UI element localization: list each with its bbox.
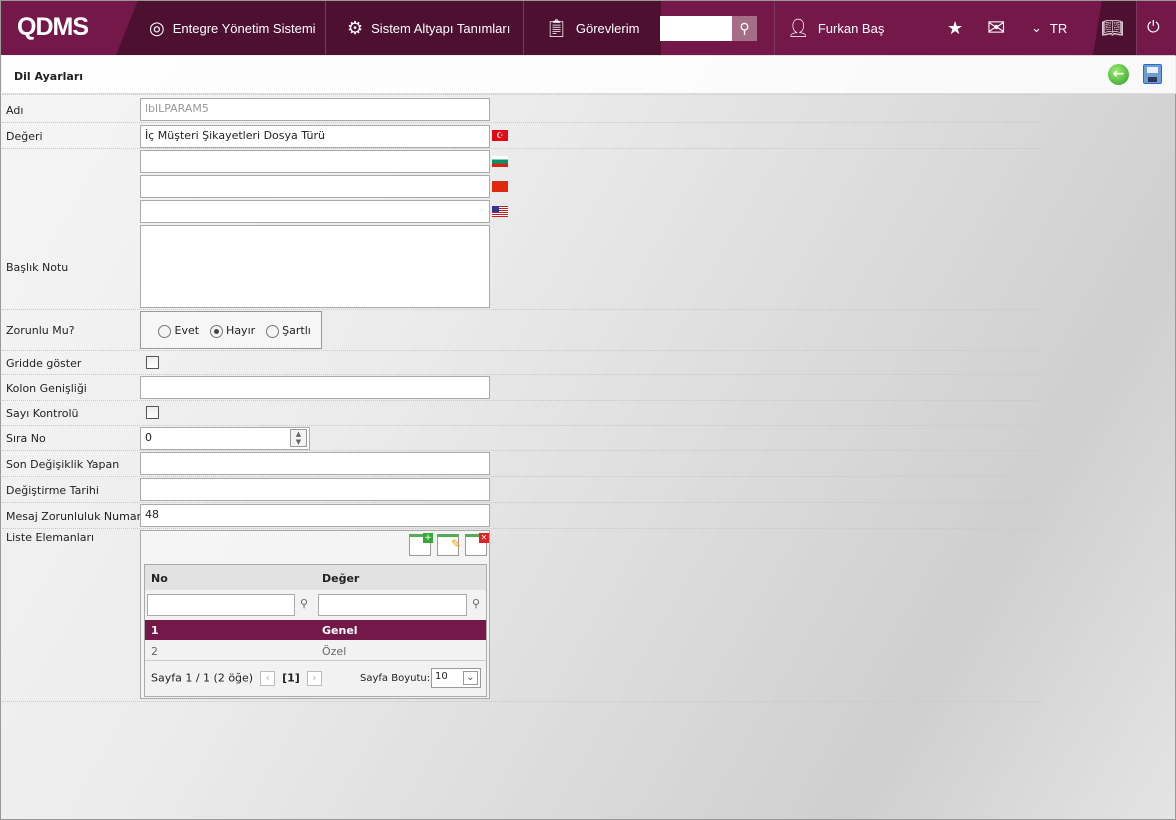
add-row-icon[interactable]: + bbox=[409, 533, 433, 556]
page-title: Dil Ayarları bbox=[14, 70, 84, 83]
degistirme-tarihi-label: Değiştirme Tarihi bbox=[6, 484, 99, 497]
degeri-tr-field[interactable]: İç Müşteri Şikayetleri Dosya Türü bbox=[140, 125, 490, 148]
sira-no-spinner[interactable]: 0 bbox=[140, 427, 310, 450]
filter-icon[interactable]: ⚲ bbox=[300, 597, 308, 610]
edit-row-icon[interactable]: ✎ bbox=[437, 534, 461, 556]
kolon-genisligi-label: Kolon Genişliği bbox=[6, 382, 87, 395]
liste-elemanlari-label: Liste Elemanları bbox=[6, 531, 95, 544]
cell-no: 2 bbox=[151, 645, 158, 658]
sayi-kontrolu-checkbox[interactable] bbox=[146, 406, 159, 419]
user-menu[interactable]: 👤︎ Furkan Baş bbox=[787, 1, 884, 55]
chevron-down-icon: ⌄ bbox=[463, 671, 478, 685]
radio-label: Şartlı bbox=[282, 324, 311, 337]
kolon-genisligi-field[interactable] bbox=[140, 376, 490, 399]
search-button[interactable]: ⚲ bbox=[732, 16, 757, 41]
gear-icon: ⚙ bbox=[347, 17, 364, 38]
radio-sartli[interactable] bbox=[265, 324, 279, 338]
nav-label: Sistem Altyapı Tanımları bbox=[371, 20, 511, 36]
page-size-value: 10 bbox=[435, 671, 448, 682]
baslik-notu-textarea[interactable] bbox=[140, 225, 490, 308]
son-degisiklik-label: Son Değişiklik Yapan bbox=[6, 458, 120, 471]
zorunlu-label: Zorunlu Mu? bbox=[6, 324, 75, 337]
nav-gorevlerim[interactable]: 📋︎ Görevlerim bbox=[545, 1, 639, 55]
save-disk-icon[interactable] bbox=[1143, 64, 1162, 84]
title-bar bbox=[2, 56, 1176, 94]
chevron-down-icon: ⌄ bbox=[1031, 20, 1042, 35]
us-flag-icon bbox=[492, 206, 508, 217]
radio-label: Hayır bbox=[226, 324, 256, 337]
radio-label: Evet bbox=[174, 324, 200, 337]
column-header-deger[interactable]: Değer bbox=[322, 572, 359, 585]
gridde-goster-label: Gridde göster bbox=[6, 357, 82, 370]
pager-info: Sayfa 1 / 1 (2 öğe) bbox=[151, 671, 254, 685]
nav-label: Entegre Yönetim Sistemi bbox=[172, 20, 316, 36]
nav-entegre-yonetim[interactable]: ◎ Entegre Yönetim Sistemi bbox=[149, 1, 316, 55]
search-icon: ⚲ bbox=[739, 20, 750, 37]
delete-row-icon[interactable]: ✕ bbox=[465, 533, 489, 556]
current-page[interactable]: [1] bbox=[282, 672, 300, 685]
sayi-kontrolu-label: Sayı Kontrolü bbox=[6, 407, 79, 420]
nav-sistem-altyapi[interactable]: ⚙ Sistem Altyapı Tanımları bbox=[347, 1, 510, 55]
column-header-no[interactable]: No bbox=[151, 572, 168, 585]
language-label: TR bbox=[1049, 20, 1068, 36]
cell-deger: Özel bbox=[322, 645, 347, 658]
radio-hayir[interactable] bbox=[209, 324, 223, 338]
q-logo-icon: ◎ bbox=[149, 17, 165, 38]
degeri-label: Değeri bbox=[6, 130, 43, 143]
adi-label: Adı bbox=[6, 104, 24, 117]
page-size-label: Sayfa Boyutu: bbox=[360, 673, 431, 684]
degeri-en-field[interactable] bbox=[140, 200, 490, 223]
filter-no-input[interactable] bbox=[147, 594, 295, 616]
spinner-arrows-icon[interactable]: ▲ ▼ bbox=[290, 429, 307, 447]
turkey-flag-icon: ☪ bbox=[492, 130, 508, 141]
china-flag-icon bbox=[492, 181, 508, 192]
top-navbar: QDMS ◎ Entegre Yönetim Sistemi ⚙ Sistem Al… bbox=[1, 1, 1176, 55]
mail-icon[interactable]: ✉ bbox=[987, 1, 1005, 55]
prev-page-button[interactable]: ‹ bbox=[260, 671, 276, 686]
sira-no-label: Sıra No bbox=[6, 432, 46, 445]
next-page-button[interactable]: › bbox=[306, 671, 322, 686]
degeri-bg-field[interactable] bbox=[140, 150, 490, 173]
favorites-star-icon[interactable]: ★ bbox=[947, 1, 963, 55]
degistirme-tarihi-field[interactable] bbox=[140, 478, 490, 501]
page-size-select[interactable]: 10 ⌄ bbox=[431, 668, 481, 688]
user-icon: 👤︎ bbox=[787, 17, 810, 38]
back-arrow-icon[interactable]: ← bbox=[1108, 64, 1129, 85]
filter-deger-input[interactable] bbox=[318, 594, 467, 616]
qdms-logo[interactable]: QDMS bbox=[17, 13, 89, 42]
liste-elemanlari-grid: + ✎ ✕ No Değer ⚲ ⚲ 1 Genel 2 Özel Sayfa … bbox=[140, 530, 490, 699]
table-row[interactable]: 1 Genel bbox=[145, 620, 486, 640]
cell-no: 1 bbox=[151, 624, 159, 637]
filter-icon[interactable]: ⚲ bbox=[472, 597, 480, 610]
cell-deger: Genel bbox=[322, 624, 358, 637]
power-icon[interactable]: ⏻ bbox=[1147, 1, 1160, 55]
search-input[interactable] bbox=[660, 16, 732, 41]
zorunlu-radio-group: Evet Hayır Şartlı bbox=[140, 311, 322, 349]
gridde-goster-checkbox[interactable] bbox=[146, 356, 159, 369]
degeri-cn-field[interactable] bbox=[140, 175, 490, 198]
help-book-icon[interactable]: 📖︎ bbox=[1101, 1, 1124, 55]
mesaj-zorunluluk-field[interactable]: 48 bbox=[140, 504, 490, 527]
mesaj-zorunluluk-label: Mesaj Zorunluluk Numarası bbox=[6, 510, 157, 523]
language-selector[interactable]: ⌄ TR bbox=[1031, 1, 1067, 55]
baslik-notu-label: Başlık Notu bbox=[6, 261, 69, 274]
son-degisiklik-field[interactable] bbox=[140, 452, 490, 475]
nav-label: Görevlerim bbox=[575, 20, 640, 36]
table-row[interactable]: 2 Özel bbox=[145, 641, 486, 661]
adi-field[interactable]: lblLPARAM5 bbox=[140, 98, 490, 121]
bulgaria-flag-icon bbox=[492, 156, 508, 167]
clipboard-icon: 📋︎ bbox=[545, 17, 568, 38]
user-name: Furkan Baş bbox=[817, 20, 885, 36]
radio-evet[interactable] bbox=[158, 324, 171, 338]
